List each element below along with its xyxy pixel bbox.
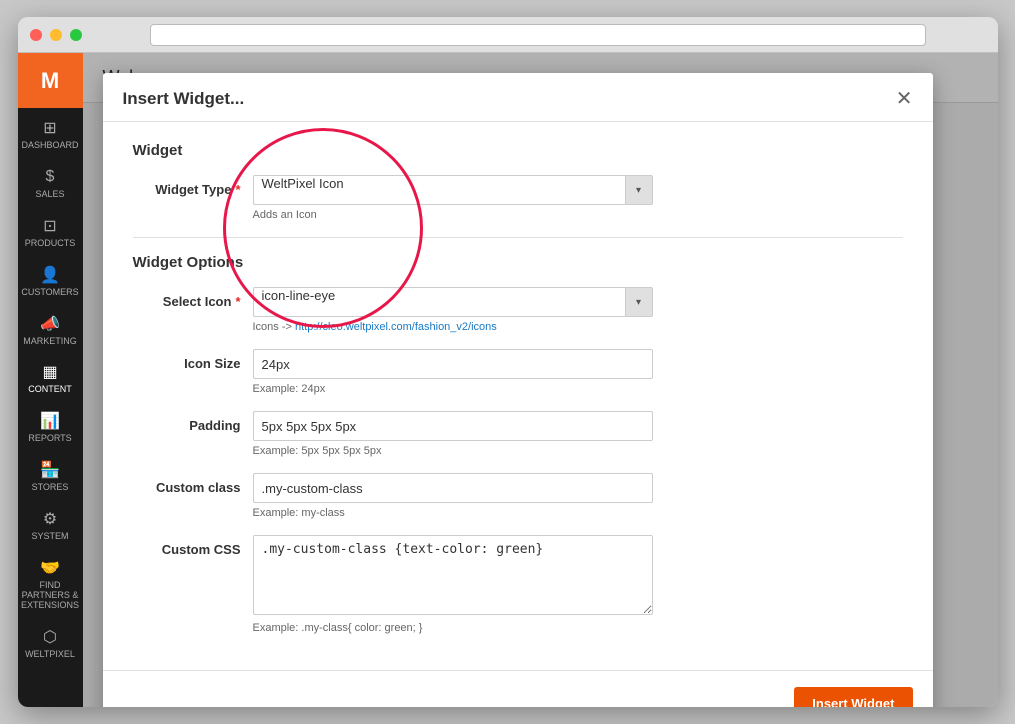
- custom-css-field-wrap: .my-custom-class {text-color: green} Exa…: [253, 535, 903, 634]
- weltpixel-icon: ⬡: [40, 627, 60, 647]
- sidebar-label-find-partners: FIND PARTNERS & EXTENSIONS: [21, 581, 79, 611]
- sidebar-label-weltpixel: WELTPIXEL: [25, 650, 75, 660]
- custom-class-field-wrap: Example: my-class: [253, 473, 903, 519]
- logo-text: M: [41, 68, 59, 94]
- stores-icon: 🏪: [40, 460, 60, 480]
- select-icon-hint-link[interactable]: http://cleo.weltpixel.com/fashion_v2/ico…: [295, 321, 497, 333]
- select-icon-select-input[interactable]: icon-line-eye: [253, 287, 625, 317]
- custom-class-row: Custom class Example: my-class: [133, 473, 903, 519]
- widget-type-select-dropdown-btn[interactable]: ▾: [625, 175, 653, 205]
- modal-header: Insert Widget... ✕: [103, 73, 933, 122]
- padding-field-wrap: Example: 5px 5px 5px 5px: [253, 411, 903, 457]
- close-button[interactable]: [30, 29, 42, 41]
- sidebar-label-system: SYSTEM: [31, 532, 68, 542]
- select-icon-required-star: *: [235, 294, 240, 309]
- modal-overlay: Insert Widget... ✕ Widget Widget Type*: [83, 53, 998, 707]
- custom-class-hint: Example: my-class: [253, 507, 903, 519]
- custom-css-label: Custom CSS: [133, 535, 253, 557]
- modal-close-button[interactable]: ✕: [896, 89, 913, 109]
- magento-logo: M: [18, 53, 83, 108]
- products-icon: ⊡: [40, 216, 60, 236]
- icon-size-field-wrap: Example: 24px: [253, 349, 903, 395]
- insert-widget-button[interactable]: Insert Widget: [794, 687, 912, 707]
- sidebar-label-stores: STORES: [32, 483, 69, 493]
- minimize-button[interactable]: [50, 29, 62, 41]
- section-divider: [133, 237, 903, 238]
- sidebar-label-products: PRODUCTS: [25, 239, 76, 249]
- custom-css-row: Custom CSS .my-custom-class {text-color:…: [133, 535, 903, 634]
- sidebar: M ⊞ DASHBOARD $ SALES ⊡ PRODUCTS 👤 CUSTO…: [18, 53, 83, 707]
- modal-title: Insert Widget...: [123, 89, 245, 109]
- reports-icon: 📊: [40, 411, 60, 431]
- sidebar-item-products[interactable]: ⊡ PRODUCTS: [18, 206, 83, 255]
- widget-type-label: Widget Type*: [133, 175, 253, 197]
- content-icon: ▦: [40, 362, 60, 382]
- dashboard-icon: ⊞: [40, 118, 60, 138]
- sidebar-label-customers: CUSTOMERS: [21, 288, 78, 298]
- find-partners-icon: 🤝: [40, 558, 60, 578]
- browser-window: M ⊞ DASHBOARD $ SALES ⊡ PRODUCTS 👤 CUSTO…: [18, 17, 998, 707]
- marketing-icon: 📣: [40, 314, 60, 334]
- sidebar-item-stores[interactable]: 🏪 STORES: [18, 450, 83, 499]
- padding-hint: Example: 5px 5px 5px 5px: [253, 445, 903, 457]
- sidebar-item-content[interactable]: ▦ CONTENT: [18, 352, 83, 401]
- widget-type-select-wrap: WeltPixel Icon ▾: [253, 175, 653, 205]
- widget-type-row: Widget Type* WeltPixel Icon ▾ Adds an Ic…: [133, 175, 903, 221]
- select-icon-select-wrap: icon-line-eye ▾: [253, 287, 653, 317]
- custom-css-textarea[interactable]: .my-custom-class {text-color: green}: [253, 535, 653, 615]
- customers-icon: 👤: [40, 265, 60, 285]
- icon-size-label: Icon Size: [133, 349, 253, 371]
- select-icon-hint: Icons -> http://cleo.weltpixel.com/fashi…: [253, 321, 903, 333]
- select-icon-field-wrap: icon-line-eye ▾ Icons -> http://cleo.wel…: [253, 287, 903, 333]
- sidebar-item-reports[interactable]: 📊 REPORTS: [18, 401, 83, 450]
- icon-size-hint: Example: 24px: [253, 383, 903, 395]
- sidebar-item-sales[interactable]: $ SALES: [18, 157, 83, 206]
- modal-body: Widget Widget Type* WeltPixel Icon ▾: [103, 122, 933, 670]
- maximize-button[interactable]: [70, 29, 82, 41]
- browser-content: M ⊞ DASHBOARD $ SALES ⊡ PRODUCTS 👤 CUSTO…: [18, 53, 998, 707]
- padding-label: Padding: [133, 411, 253, 433]
- browser-titlebar: [18, 17, 998, 53]
- modal-footer: Insert Widget: [103, 670, 933, 707]
- main-content: Wel... Insert Widget... ✕ Widget: [83, 53, 998, 707]
- sidebar-item-system[interactable]: ⚙ SYSTEM: [18, 499, 83, 548]
- icon-size-row: Icon Size Example: 24px: [133, 349, 903, 395]
- sidebar-item-dashboard[interactable]: ⊞ DASHBOARD: [18, 108, 83, 157]
- widget-type-field-wrap: WeltPixel Icon ▾ Adds an Icon: [253, 175, 903, 221]
- sidebar-label-content: CONTENT: [28, 385, 72, 395]
- insert-widget-modal: Insert Widget... ✕ Widget Widget Type*: [103, 73, 933, 707]
- custom-class-input[interactable]: [253, 473, 653, 503]
- sidebar-label-sales: SALES: [35, 190, 64, 200]
- required-star: *: [235, 182, 240, 197]
- sidebar-label-reports: REPORTS: [28, 434, 71, 444]
- address-bar[interactable]: [150, 24, 926, 46]
- widget-type-hint: Adds an Icon: [253, 209, 903, 221]
- sidebar-item-customers[interactable]: 👤 CUSTOMERS: [18, 255, 83, 304]
- system-icon: ⚙: [40, 509, 60, 529]
- sales-icon: $: [40, 167, 60, 187]
- custom-class-label: Custom class: [133, 473, 253, 495]
- select-icon-row: Select Icon* icon-line-eye ▾ Icons -> ht…: [133, 287, 903, 333]
- sidebar-item-find-partners[interactable]: 🤝 FIND PARTNERS & EXTENSIONS: [18, 548, 83, 617]
- padding-row: Padding Example: 5px 5px 5px 5px: [133, 411, 903, 457]
- widget-options-section-heading: Widget Options: [133, 254, 903, 271]
- widget-section-heading: Widget: [133, 142, 903, 159]
- sidebar-item-marketing[interactable]: 📣 MARKETING: [18, 304, 83, 353]
- select-icon-label: Select Icon*: [133, 287, 253, 309]
- icon-size-input[interactable]: [253, 349, 653, 379]
- select-icon-dropdown-btn[interactable]: ▾: [625, 287, 653, 317]
- padding-input[interactable]: [253, 411, 653, 441]
- widget-type-select-input[interactable]: WeltPixel Icon: [253, 175, 625, 205]
- sidebar-item-weltpixel[interactable]: ⬡ WELTPIXEL: [18, 617, 83, 666]
- sidebar-label-dashboard: DASHBOARD: [22, 141, 79, 151]
- sidebar-label-marketing: MARKETING: [23, 337, 77, 347]
- custom-css-hint: Example: .my-class{ color: green; }: [253, 622, 903, 634]
